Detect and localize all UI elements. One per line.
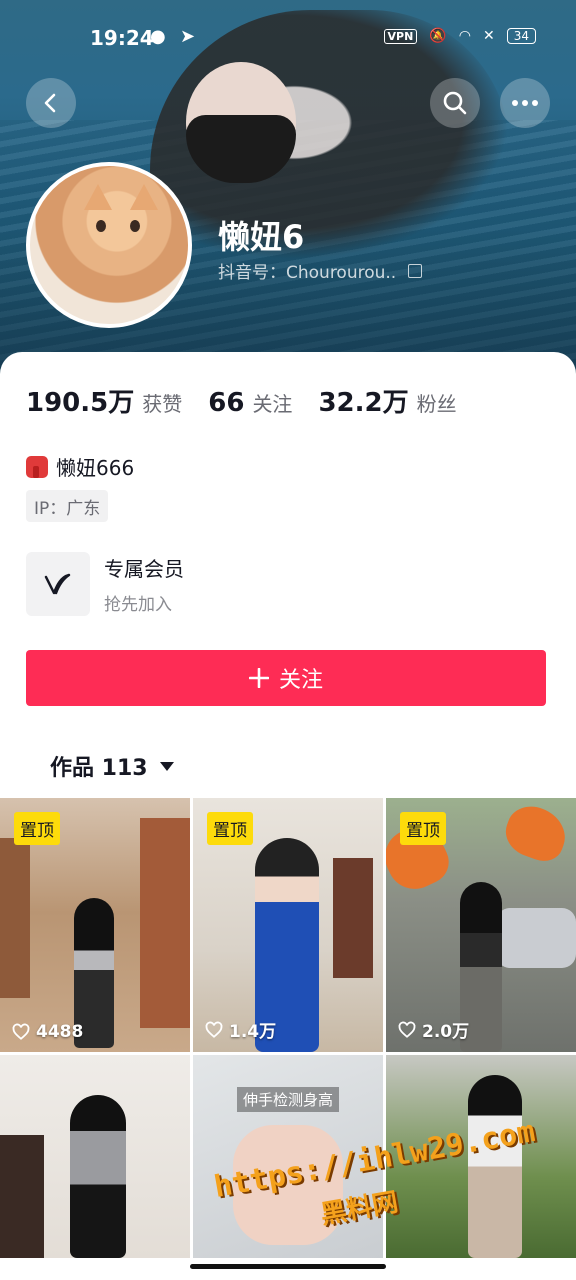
bio: 懒妞666 xyxy=(26,452,134,481)
stat-likes[interactable]: 190.5万 获赞 xyxy=(26,382,182,419)
bio-text: 懒妞666 xyxy=(56,456,135,480)
pinned-badge: 置顶 xyxy=(14,812,60,845)
likes-count: 1.4万 xyxy=(205,1017,276,1042)
plus-icon xyxy=(248,668,269,688)
wifi-icon: ◠ xyxy=(458,28,471,44)
back-icon xyxy=(44,93,56,113)
stat-followers-label: 粉丝 xyxy=(416,392,457,416)
stat-following-label: 关注 xyxy=(252,392,293,416)
caret-down-icon xyxy=(159,761,174,771)
avatar-cat-eye-left xyxy=(96,220,106,232)
member-text: 专属会员 抢先加入 xyxy=(104,553,184,615)
likes-value: 4488 xyxy=(36,1022,84,1042)
follow-label: 关注 xyxy=(278,668,323,693)
more-button[interactable] xyxy=(500,78,550,128)
more-icon xyxy=(512,100,538,106)
heart-icon xyxy=(205,1021,223,1038)
heart-icon xyxy=(12,1023,30,1040)
member-entry[interactable]: 专属会员 抢先加入 xyxy=(26,552,184,616)
home-indicator[interactable] xyxy=(190,1264,386,1269)
member-subtitle: 抢先加入 xyxy=(104,595,172,615)
battery-icon: 34 xyxy=(506,28,536,44)
video-thumb[interactable]: 置顶 1.4万 xyxy=(193,798,383,1052)
thumb-person xyxy=(70,1095,126,1258)
scarf-icon xyxy=(26,455,48,478)
thumb-wall xyxy=(140,818,190,1028)
douyin-id-text: 抖音号：Chourourou.. xyxy=(218,263,397,283)
username: 懒妞6 xyxy=(218,218,305,256)
thumb-car xyxy=(496,908,576,968)
sim-icon: ✕ xyxy=(482,28,495,44)
status-time: 19:24 xyxy=(90,26,154,50)
likes-count: 4488 xyxy=(12,1022,83,1042)
likes-value: 2.0万 xyxy=(422,1022,470,1042)
thumb-door xyxy=(0,1135,44,1258)
thumb-person xyxy=(468,1075,522,1258)
search-icon xyxy=(443,91,467,115)
status-right: VPN 🔕 ◠ ✕ 34 xyxy=(383,28,536,44)
video-thumb[interactable]: 置顶 4488 xyxy=(0,798,190,1052)
avatar[interactable] xyxy=(26,162,192,328)
status-bar: 19:24 ● ➤ VPN 🔕 ◠ ✕ 34 xyxy=(0,0,576,70)
stat-likes-label: 获赞 xyxy=(142,392,183,416)
pinned-badge: 置顶 xyxy=(207,812,253,845)
douyin-id[interactable]: 抖音号：Chourourou.. xyxy=(218,258,423,283)
weibo-icon: ● xyxy=(150,26,166,47)
tab-works[interactable]: 作品 113 xyxy=(50,750,174,782)
mute-icon: 🔕 xyxy=(429,28,447,44)
heart-icon xyxy=(398,1021,416,1038)
stat-likes-num: 190.5万 xyxy=(26,388,135,418)
telegram-icon: ➤ xyxy=(180,26,196,47)
video-thumb[interactable]: 置顶 2.0万 xyxy=(386,798,576,1052)
ip-location-badge: IP：广东 xyxy=(26,490,109,522)
vpn-icon: VPN xyxy=(383,28,418,44)
avatar-cat-eye-right xyxy=(130,220,140,232)
stat-followers[interactable]: 32.2万 粉丝 xyxy=(318,382,456,419)
member-title: 专属会员 xyxy=(104,557,184,581)
avatar-cat-ear-left xyxy=(84,184,112,210)
video-thumb[interactable] xyxy=(0,1055,190,1258)
stat-following-num: 66 xyxy=(208,388,245,418)
avatar-cat-ear-right xyxy=(130,184,158,210)
copy-icon[interactable] xyxy=(408,263,423,278)
back-button[interactable] xyxy=(26,78,76,128)
thumb-overlay-text: 伸手检测身高 xyxy=(237,1087,340,1112)
likes-count: 2.0万 xyxy=(398,1017,469,1042)
tab-works-label: 作品 113 xyxy=(50,756,148,781)
stat-following[interactable]: 66 关注 xyxy=(208,388,292,418)
stats-row: 190.5万 获赞 66 关注 32.2万 粉丝 xyxy=(26,382,457,419)
pinned-badge: 置顶 xyxy=(400,812,446,845)
follow-button[interactable]: 关注 xyxy=(26,650,546,706)
thumb-door xyxy=(333,858,373,978)
thumb-door xyxy=(0,838,30,998)
search-button[interactable] xyxy=(430,78,480,128)
likes-value: 1.4万 xyxy=(229,1022,277,1042)
member-v-icon xyxy=(26,552,90,616)
stat-followers-num: 32.2万 xyxy=(318,388,409,418)
